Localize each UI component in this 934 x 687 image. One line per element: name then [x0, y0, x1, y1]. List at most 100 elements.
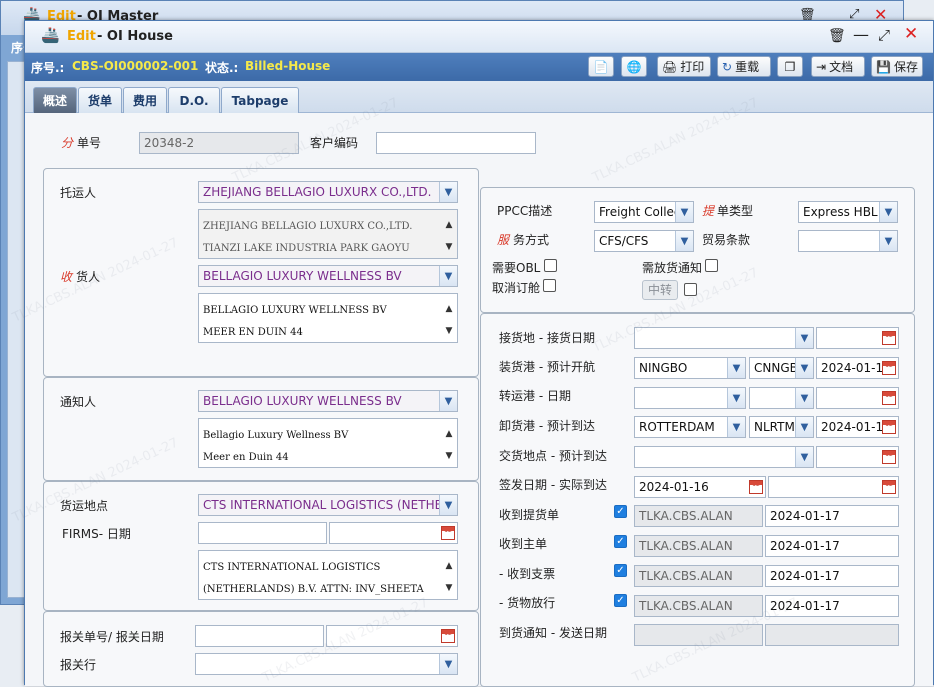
chevron-down-icon[interactable]: ▼ — [439, 654, 457, 674]
minimize-icon[interactable]: — — [853, 25, 869, 44]
chevron-down-icon[interactable]: ▼ — [795, 358, 813, 378]
cargo-release-date[interactable]: 2024-01-17 — [765, 595, 899, 617]
cargo-release-user[interactable]: TLKA.CBS.ALAN — [634, 595, 763, 617]
calendar-icon[interactable]: 12 — [882, 480, 896, 494]
chevron-down-icon[interactable]: ▼ — [439, 391, 457, 411]
document-button[interactable]: 📄 — [588, 56, 614, 77]
pickup-place-select[interactable]: ▼ — [634, 327, 814, 349]
scroll-down-icon[interactable]: ▼ — [446, 577, 453, 599]
tab-cargo[interactable]: 货单 — [78, 87, 122, 113]
bill-type-select[interactable]: Express HBL ▼ — [798, 201, 898, 223]
loading-port-code-select[interactable]: CNNGB ▼ — [749, 357, 814, 379]
chevron-down-icon[interactable]: ▼ — [439, 182, 457, 202]
scrollbar[interactable]: ▲ ▼ — [444, 298, 454, 338]
customer-code-field[interactable] — [376, 132, 536, 154]
transfer-button[interactable]: 中转 — [642, 280, 678, 300]
shipper-address[interactable]: ZHEJIANG BELLAGIO LUXURX CO.,LTD. TIANZI… — [198, 209, 458, 259]
copy-button[interactable]: ❐ — [777, 56, 803, 77]
transship-date-field[interactable]: 12 — [816, 387, 899, 409]
chevron-down-icon[interactable]: ▼ — [879, 231, 897, 251]
docs-button[interactable]: ⇥ 文档 — [811, 56, 865, 77]
trash-icon[interactable]: 🗑 — [828, 28, 846, 44]
received-master-checkbox[interactable]: ✓ — [614, 535, 627, 548]
chevron-down-icon[interactable]: ▼ — [795, 417, 813, 437]
calendar-icon[interactable]: 12 — [882, 420, 896, 434]
arrival-notice-date[interactable] — [765, 624, 899, 646]
loading-port-select[interactable]: NINGBO ▼ — [634, 357, 746, 379]
shipper-select[interactable]: ZHEJIANG BELLAGIO LUXURX CO.,LTD. ▼ — [198, 181, 458, 203]
delivery-address[interactable]: CTS INTERNATIONAL LOGISTICS (NETHERLANDS… — [198, 550, 458, 600]
scrollbar[interactable]: ▲ ▼ — [444, 214, 454, 254]
transfer-checkbox[interactable] — [684, 283, 697, 296]
received-do-date[interactable]: 2024-01-17 — [765, 505, 899, 527]
delivery-point-date-field[interactable]: 12 — [816, 446, 899, 468]
trade-terms-select[interactable]: ▼ — [798, 230, 898, 252]
transship-port-select[interactable]: ▼ — [634, 387, 746, 409]
tab-tabpage[interactable]: Tabpage — [221, 87, 299, 113]
pickup-date-field[interactable]: 12 — [816, 327, 899, 349]
chevron-down-icon[interactable]: ▼ — [439, 495, 457, 515]
chevron-down-icon[interactable]: ▼ — [675, 231, 693, 251]
chevron-down-icon[interactable]: ▼ — [675, 202, 693, 222]
chevron-down-icon[interactable]: ▼ — [727, 358, 745, 378]
chevron-down-icon[interactable]: ▼ — [727, 417, 745, 437]
scroll-down-icon[interactable]: ▼ — [446, 236, 453, 258]
delivery-place-select[interactable]: CTS INTERNATIONAL LOGISTICS (NETHERLANDS… — [198, 494, 458, 516]
calendar-icon[interactable]: 12 — [882, 361, 896, 375]
scroll-down-icon[interactable]: ▼ — [446, 445, 453, 467]
customs-no-field[interactable] — [195, 625, 324, 647]
delivery-point-select[interactable]: ▼ — [634, 446, 814, 468]
received-master-date[interactable]: 2024-01-17 — [765, 535, 899, 557]
globe-button[interactable]: 🌐 — [621, 56, 647, 77]
etd-date-field[interactable]: 2024-01-16 12 — [816, 357, 899, 379]
service-select[interactable]: CFS/CFS ▼ — [594, 230, 694, 252]
calendar-icon[interactable]: 12 — [441, 629, 455, 643]
notify-address[interactable]: Bellagio Luxury Wellness BV Meer en Duin… — [198, 418, 458, 468]
reload-button[interactable]: ↻ 重载 — [717, 56, 771, 77]
maximize-icon[interactable]: ⤢ — [878, 26, 890, 44]
arrival-notice-field[interactable] — [634, 624, 763, 646]
consignee-address[interactable]: BELLAGIO LUXURY WELLNESS BV MEER EN DUIN… — [198, 293, 458, 343]
window-titlebar[interactable]: 🚢 Edit - OI House 🗑 — ⤢ ✕ — [25, 21, 933, 53]
calendar-icon[interactable]: 12 — [441, 526, 455, 540]
customs-broker-select[interactable]: ▼ — [195, 653, 458, 675]
close-icon[interactable]: ✕ — [904, 24, 918, 44]
received-do-checkbox[interactable]: ✓ — [614, 505, 627, 518]
sub-bill-field[interactable]: 20348-2 — [139, 132, 299, 154]
received-check-user[interactable]: TLKA.CBS.ALAN — [634, 565, 763, 587]
eta-date-field[interactable]: 2024-01-19 12 — [816, 416, 899, 438]
scroll-up-icon[interactable]: ▲ — [446, 298, 453, 320]
calendar-icon[interactable]: 12 — [749, 480, 763, 494]
notify-select[interactable]: BELLAGIO LUXURY WELLNESS BV ▼ — [198, 390, 458, 412]
chevron-down-icon[interactable]: ▼ — [795, 388, 813, 408]
received-check-checkbox[interactable]: ✓ — [614, 564, 627, 577]
cancel-booking-checkbox[interactable] — [543, 279, 556, 292]
firms-field[interactable] — [198, 522, 327, 544]
discharge-port-select[interactable]: ROTTERDAM ▼ — [634, 416, 746, 438]
scrollbar[interactable]: ▲ ▼ — [444, 423, 454, 463]
chevron-down-icon[interactable]: ▼ — [879, 202, 897, 222]
calendar-icon[interactable]: 12 — [882, 391, 896, 405]
actual-arrival-field[interactable]: 12 — [768, 476, 899, 498]
discharge-code-select[interactable]: NLRTM ▼ — [749, 416, 814, 438]
received-check-date[interactable]: 2024-01-17 — [765, 565, 899, 587]
tab-charges[interactable]: 费用 — [123, 87, 167, 113]
chevron-down-icon[interactable]: ▼ — [795, 328, 813, 348]
chevron-down-icon[interactable]: ▼ — [727, 388, 745, 408]
save-button[interactable]: 💾 保存 — [871, 56, 923, 77]
cargo-release-checkbox[interactable]: ✓ — [614, 594, 627, 607]
tab-do[interactable]: D.O. — [168, 87, 220, 113]
calendar-icon[interactable]: 12 — [882, 450, 896, 464]
scroll-up-icon[interactable]: ▲ — [446, 423, 453, 445]
print-button[interactable]: 🖨 打印 — [657, 56, 711, 77]
firms-date-field[interactable]: 12 — [329, 522, 458, 544]
scroll-down-icon[interactable]: ▼ — [446, 320, 453, 342]
chevron-down-icon[interactable]: ▼ — [439, 266, 457, 286]
received-master-user[interactable]: TLKA.CBS.ALAN — [634, 535, 763, 557]
issue-date-field[interactable]: 2024-01-16 12 — [634, 476, 766, 498]
chevron-down-icon[interactable]: ▼ — [795, 447, 813, 467]
scroll-up-icon[interactable]: ▲ — [446, 555, 453, 577]
ppcc-select[interactable]: Freight Collect ▼ — [594, 201, 694, 223]
scroll-up-icon[interactable]: ▲ — [446, 214, 453, 236]
customs-date-field[interactable]: 12 — [326, 625, 458, 647]
